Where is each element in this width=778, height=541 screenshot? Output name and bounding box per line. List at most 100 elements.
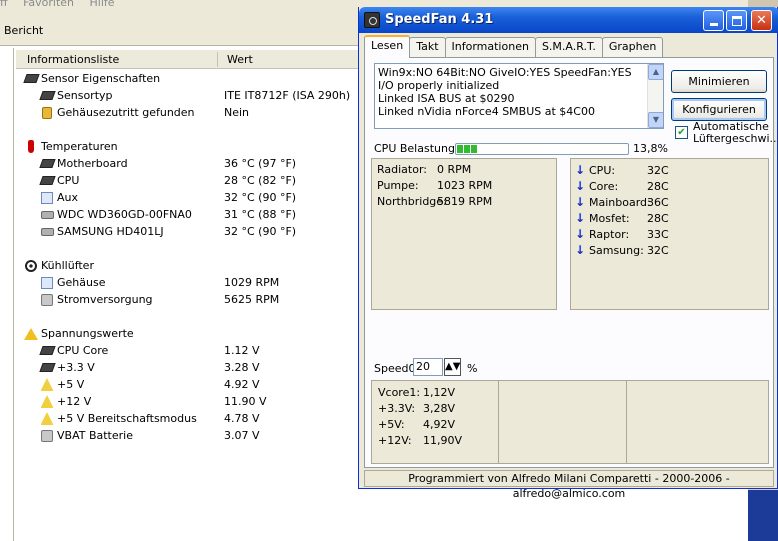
list-item[interactable]: Gehäusezutritt gefunden xyxy=(40,104,195,121)
cpu-icon xyxy=(38,361,56,375)
list-item[interactable]: CPU xyxy=(38,172,79,189)
item-label: VBAT Batterie xyxy=(57,429,133,442)
item-value: 31 °C (88 °F) xyxy=(224,208,297,221)
column-header-value[interactable]: Wert xyxy=(227,53,253,66)
column-header-list[interactable]: Informationsliste xyxy=(27,53,119,66)
list-item[interactable]: +5 V Bereitschaftsmodus xyxy=(40,410,197,427)
temp-label: Mosfet: xyxy=(589,211,630,225)
warning-icon xyxy=(24,327,38,341)
list-item[interactable]: VBAT Batterie xyxy=(40,427,133,444)
tab-takt[interactable]: Takt xyxy=(409,37,446,57)
battery-icon xyxy=(40,429,54,443)
voltage-row: +5V: 4,92V xyxy=(378,418,455,431)
voltage-value: 1,12V xyxy=(423,386,456,399)
minimize-button[interactable]: Minimieren xyxy=(671,70,767,93)
temp-label: Mainboard: xyxy=(589,195,651,209)
group-label: Sensor Eigenschaften xyxy=(41,72,161,85)
auto-fan-speed-checkbox[interactable]: ✔ xyxy=(675,126,688,139)
speed01-spinner-icon[interactable]: ▲▼ xyxy=(444,358,461,376)
title-bar[interactable]: SpeedFan 4.31 ✕ xyxy=(359,7,778,33)
temperature-panel: ↓ CPU: 32C ↓ Core: 28C ↓ Mainboard: 36C … xyxy=(570,158,769,310)
list-item[interactable]: Gehäuse xyxy=(40,274,105,291)
tab-informationen[interactable]: Informationen xyxy=(444,37,536,57)
tab-lesen[interactable]: Lesen xyxy=(364,35,411,58)
voltage-panel: Vcore1: 1,12V +3.3V: 3,28V +5V: 4,92V +1… xyxy=(371,380,769,464)
fan-value: 5819 RPM xyxy=(437,195,493,208)
status-bar: Programmiert von Alfredo Milani Comparet… xyxy=(364,470,774,500)
configure-button[interactable]: Konfigurieren xyxy=(671,98,767,121)
fan-speed-panel: Radiator: 0 RPM Pumpe: 1023 RPM Northbri… xyxy=(371,158,557,310)
item-label: Motherboard xyxy=(57,157,128,170)
down-arrow-icon: ↓ xyxy=(575,179,586,193)
speed01-input[interactable]: 20 xyxy=(413,358,443,376)
temp-value: 32C xyxy=(647,243,669,257)
menu-item-help[interactable]: Hilfe xyxy=(90,0,115,9)
thermometer-icon xyxy=(24,140,38,154)
voltage-value: 3,28V xyxy=(423,402,456,415)
maximize-icon xyxy=(731,15,742,26)
temp-label: Raptor: xyxy=(589,227,630,241)
voltage-panel-divider xyxy=(498,381,499,463)
minimize-icon xyxy=(709,23,718,26)
temp-value: 28C xyxy=(647,179,669,193)
hdd-icon xyxy=(40,208,54,222)
scroll-up-icon[interactable]: ▲ xyxy=(648,64,663,80)
list-item[interactable]: CPU Core xyxy=(38,342,108,359)
list-item[interactable]: SAMSUNG HD401LJ xyxy=(40,223,164,240)
down-arrow-icon: ↓ xyxy=(575,211,586,225)
list-item[interactable]: Stromversorgung xyxy=(40,291,153,308)
group-label: Kühllüfter xyxy=(41,259,94,272)
item-value: 32 °C (90 °F) xyxy=(224,191,297,204)
list-item[interactable]: +12 V xyxy=(40,393,91,410)
item-label: Aux xyxy=(57,191,79,204)
tab-graphen[interactable]: Graphen xyxy=(601,37,664,57)
log-line: Linked ISA BUS at $0290 xyxy=(378,92,515,105)
list-item[interactable]: Aux xyxy=(40,189,78,206)
column-divider[interactable] xyxy=(217,52,218,67)
log-output[interactable]: Win9x:NO 64Bit:NO GiveIO:YES SpeedFan:YE… xyxy=(374,63,664,129)
minimize-window-button[interactable] xyxy=(703,10,724,31)
voltage-panel-divider xyxy=(626,381,627,463)
scroll-down-icon[interactable]: ▼ xyxy=(648,112,663,128)
temp-value: 28C xyxy=(647,211,669,225)
fan-label: Radiator: xyxy=(377,163,427,176)
voltage-label: +12V: xyxy=(378,434,412,447)
cpu-usage-percent: 13,8% xyxy=(633,142,668,155)
group-temperatures[interactable]: Temperaturen xyxy=(24,138,118,155)
voltage-icon xyxy=(40,412,54,426)
fan-value: 1023 RPM xyxy=(437,179,493,192)
temp-value: 33C xyxy=(647,227,669,241)
group-label: Spannungswerte xyxy=(41,327,134,340)
list-item[interactable]: Motherboard xyxy=(38,155,128,172)
voltage-row: +12V: 11,90V xyxy=(378,434,462,447)
group-cooling-fans[interactable]: Kühllüfter xyxy=(24,257,94,274)
down-arrow-icon: ↓ xyxy=(575,227,586,241)
close-window-button[interactable]: ✕ xyxy=(751,10,772,31)
down-arrow-icon: ↓ xyxy=(575,243,586,257)
temp-label: Core: xyxy=(589,179,619,193)
item-label: Gehäusezutritt gefunden xyxy=(57,106,195,119)
group-voltages[interactable]: Spannungswerte xyxy=(24,325,134,342)
down-arrow-icon: ↓ xyxy=(575,195,586,209)
group-label: Temperaturen xyxy=(41,140,118,153)
tab-smart[interactable]: S.M.A.R.T. xyxy=(534,37,603,57)
report-button[interactable]: Bericht xyxy=(4,24,43,37)
item-value: 4.92 V xyxy=(224,378,260,391)
speedfan-app-icon[interactable] xyxy=(364,12,380,28)
list-item[interactable]: WDC WD360GD-00FNA0 xyxy=(40,206,192,223)
group-sensor-properties[interactable]: Sensor Eigenschaften xyxy=(22,70,161,87)
menu-item-view[interactable]: ff xyxy=(0,0,8,9)
maximize-window-button[interactable] xyxy=(726,10,747,31)
list-item[interactable]: Sensortyp xyxy=(38,87,113,104)
log-scrollbar[interactable]: ▲ ▼ xyxy=(647,64,663,128)
cpu-icon xyxy=(38,344,56,358)
item-value: 4.78 V xyxy=(224,412,260,425)
menu-item-favorites[interactable]: Favoriten xyxy=(23,0,74,9)
auto-fan-speed-label: Automatische Lüftergeschwi... xyxy=(693,121,778,145)
list-item[interactable]: +5 V xyxy=(40,376,84,393)
item-value: 11.90 V xyxy=(224,395,267,408)
auto-fan-label-line2: Lüftergeschwi... xyxy=(693,132,778,145)
list-item[interactable]: +3.3 V xyxy=(38,359,95,376)
temp-row: ↓ Raptor: 33C xyxy=(575,227,669,241)
temp-value: 32C xyxy=(647,163,669,177)
